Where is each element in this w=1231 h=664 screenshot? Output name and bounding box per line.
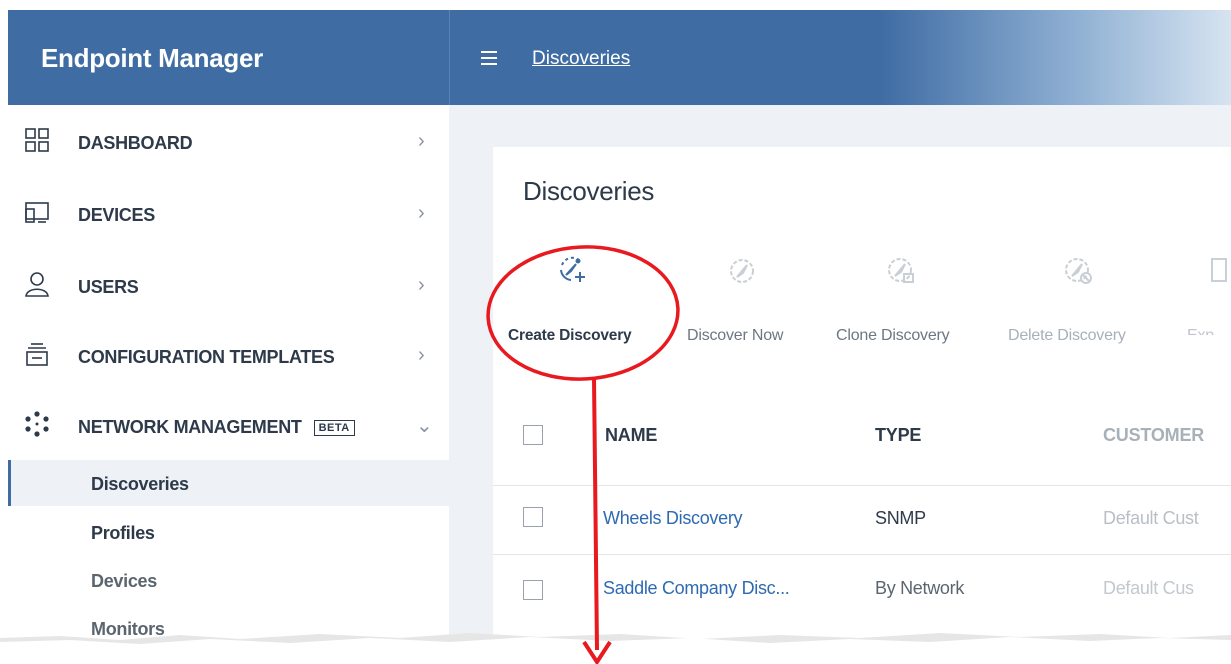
annotation-arrow-line <box>592 377 599 651</box>
annotation-circle <box>486 245 680 381</box>
annotation-overlay <box>486 245 680 664</box>
